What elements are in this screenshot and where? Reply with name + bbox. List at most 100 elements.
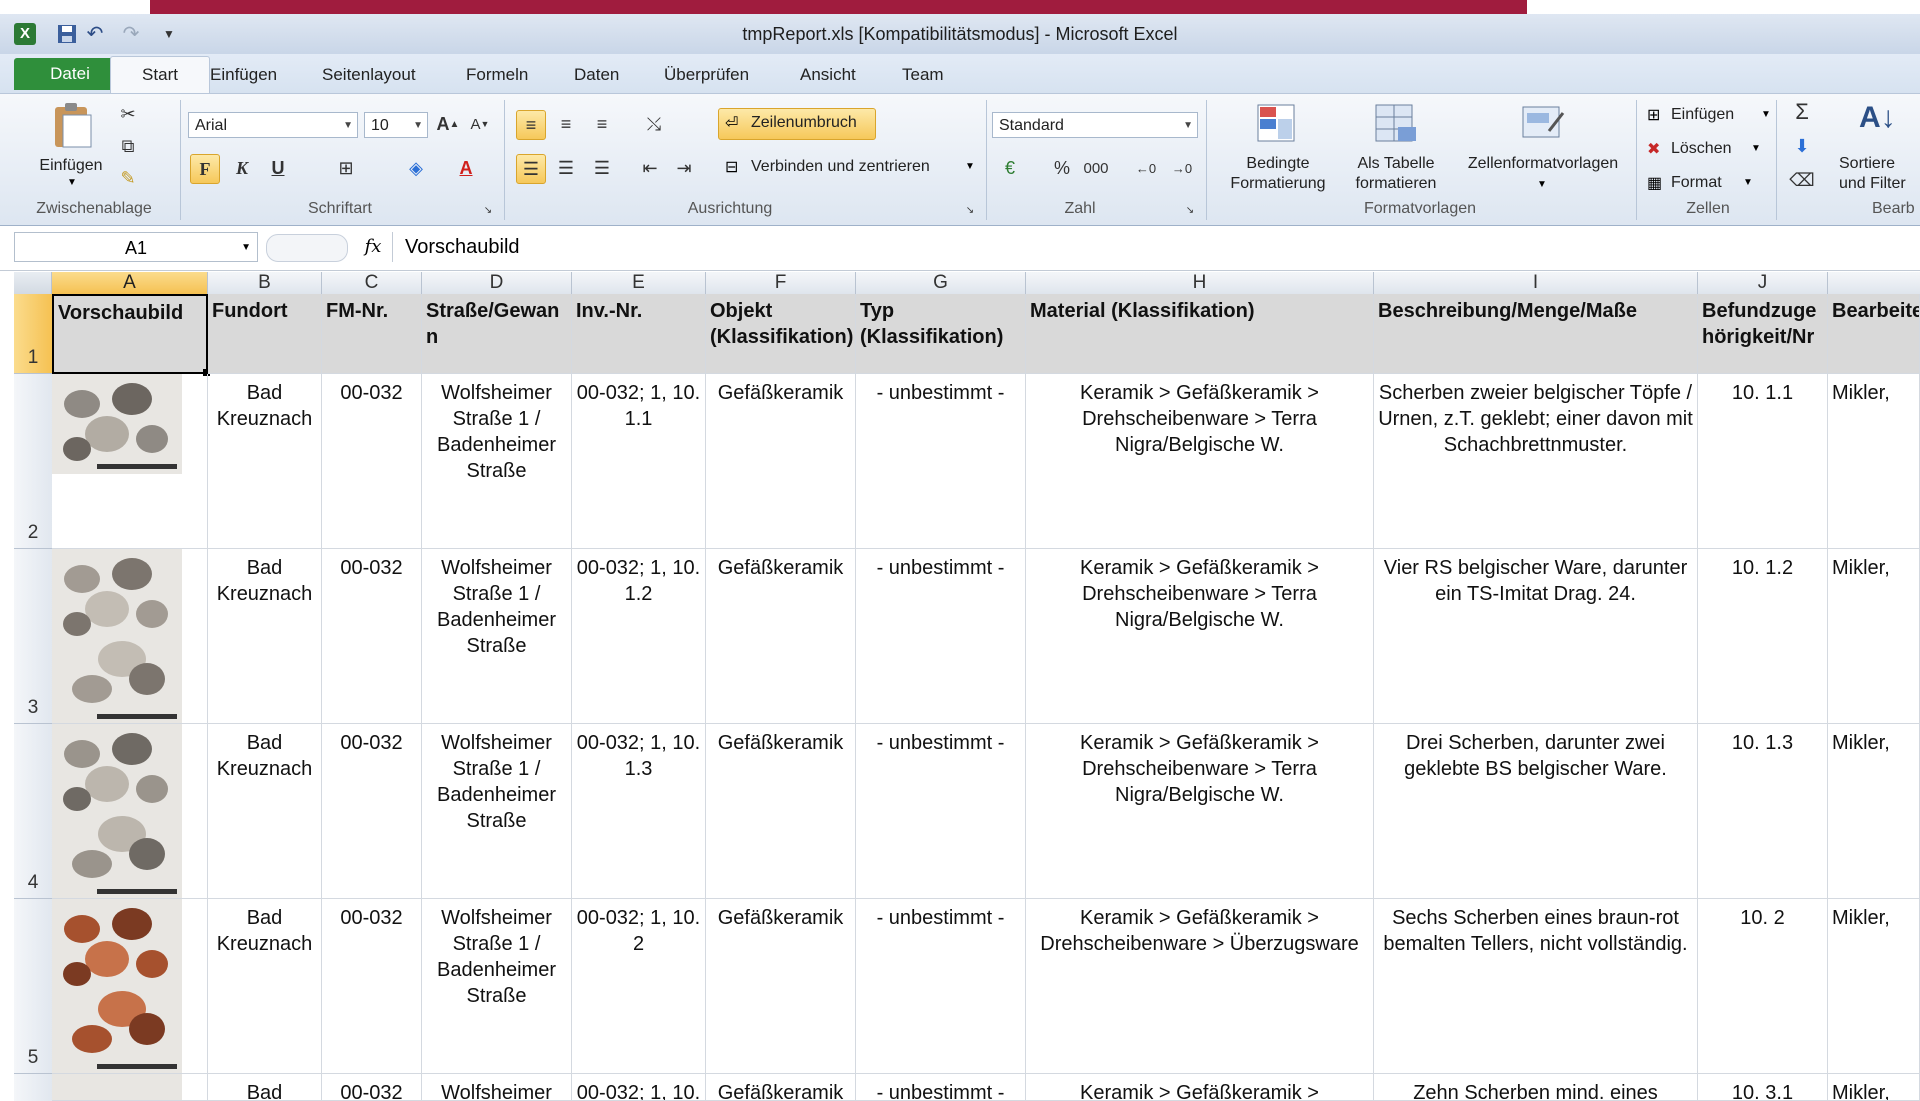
column-header-f[interactable]: F [706,272,856,294]
insert-cells-button[interactable]: ⊞ Einfügen ▼ [1644,100,1776,130]
cell-strasse[interactable]: Wolfsheimer Straße 1 / Badenheimer Straß… [422,549,572,724]
border-icon[interactable]: ⊞ [332,154,360,182]
cell-preview-image[interactable] [52,374,208,549]
copy-icon[interactable]: ⧉ [114,132,142,160]
cell-typ[interactable]: - unbestimmt - [856,724,1026,899]
cell-fundort[interactable]: Bad Kreuznach [208,374,322,549]
grow-font-icon[interactable]: A ▲ [434,110,462,138]
cell-beschreibung[interactable]: Vier RS belgischer Ware, darunter ein TS… [1374,549,1698,724]
currency-icon[interactable]: € [996,154,1024,182]
cell-preview-image[interactable] [52,549,208,724]
cell-objekt[interactable]: Gefäßkeramik [706,724,856,899]
format-painter-icon[interactable]: ✎ [114,164,142,192]
font-name-combo[interactable]: Arial ▼ [188,112,358,138]
select-all-corner[interactable] [14,272,52,294]
cell-befund[interactable]: 10. 1.2 [1698,549,1828,724]
dialog-launcher-icon[interactable]: ↘ [962,202,978,218]
cell-fm[interactable]: 00-032 [322,374,422,549]
tab-einfuegen[interactable]: Einfügen [196,60,291,90]
wrap-text-button[interactable]: ⏎ Zeilenumbruch [718,108,876,140]
cell-objekt[interactable]: Gefäßkeramik [706,374,856,549]
delete-cells-button[interactable]: ✖ Löschen ▼ [1644,134,1776,164]
cell-befund[interactable]: 10. 3.1 [1698,1074,1828,1101]
redo-icon[interactable]: ↷ [120,23,142,45]
cell-typ[interactable]: - unbestimmt - [856,374,1026,549]
excel-logo-icon[interactable]: X [14,23,36,45]
cell-preview-image[interactable] [52,1074,208,1101]
cell-fundort[interactable]: Bad Kreuznach [208,899,322,1074]
formula-input[interactable]: Vorschaubild [392,232,1912,262]
column-header-e[interactable]: E [572,272,706,294]
save-icon[interactable] [56,23,78,45]
column-header-a[interactable]: A [52,272,208,294]
clear-icon[interactable]: ⌫ [1788,166,1816,194]
cell-styles-button[interactable]: Zellenformatvorlagen ▼ [1450,100,1636,198]
cell-bearb[interactable]: Mikler, [1828,899,1920,1074]
tab-team[interactable]: Team [888,60,958,90]
column-header-d[interactable]: D [422,272,572,294]
column-header-i[interactable]: I [1374,272,1698,294]
customize-qat-icon[interactable]: ▼ [158,23,180,45]
header-cell-inv-nr[interactable]: Inv.-Nr. [572,294,706,374]
orientation-icon[interactable]: ⤯ [640,110,668,138]
cell-befund[interactable]: 10. 1.3 [1698,724,1828,899]
header-cell-objekt[interactable]: Objekt (Klassifikation) [706,294,856,374]
formula-bar-resize-handle[interactable] [266,234,348,262]
undo-icon[interactable]: ↶ [84,23,106,45]
cell-typ[interactable]: - unbestimmt - [856,1074,1026,1101]
align-top-icon[interactable]: ≡ [516,110,546,140]
thousands-button[interactable]: 000 [1082,154,1110,182]
tab-formeln[interactable]: Formeln [452,60,542,90]
row-header-6[interactable] [14,1074,52,1101]
cell-bearb[interactable]: Mikler, [1828,549,1920,724]
cell-material[interactable]: Keramik > Gefäßkeramik > Drehscheibenwar… [1026,374,1374,549]
tab-start[interactable]: Start [110,56,210,95]
bold-button[interactable]: F [190,154,220,184]
cell-strasse[interactable]: Wolfsheimer [422,1074,572,1101]
tab-seitenlayout[interactable]: Seitenlayout [308,60,430,90]
tab-daten[interactable]: Daten [560,60,633,90]
cell-beschreibung[interactable]: Sechs Scherben eines braun-rot bemalten … [1374,899,1698,1074]
dialog-launcher-icon[interactable]: ↘ [1182,202,1198,218]
cell-inv[interactable]: 00-032; 1, 10. [572,1074,706,1101]
dialog-launcher-icon[interactable]: ↘ [480,202,496,218]
cell-inv[interactable]: 00-032; 1, 10. 2 [572,899,706,1074]
increase-indent-icon[interactable]: ⇥ [670,154,698,182]
cell-fm[interactable]: 00-032 [322,724,422,899]
cell-material[interactable]: Keramik > Gefäßkeramik > Drehscheibenwar… [1026,549,1374,724]
header-cell-fundort[interactable]: Fundort [208,294,322,374]
cell-beschreibung[interactable]: Drei Scherben, darunter zwei geklebte BS… [1374,724,1698,899]
cell-objekt[interactable]: Gefäßkeramik [706,549,856,724]
conditional-formatting-button[interactable]: Bedingte Formatierung [1212,100,1344,198]
column-header-b[interactable]: B [208,272,322,294]
header-cell-fm-nr[interactable]: FM-Nr. [322,294,422,374]
row-header-4[interactable]: 4 [14,724,52,899]
header-cell-vorschaubild[interactable]: Vorschaubild [52,294,208,374]
cell-bearb[interactable]: Mikler, [1828,724,1920,899]
decrease-decimal-icon[interactable]: →0 [1168,154,1196,182]
sort-filter-button[interactable]: A↓ Sortiere und Filter [1838,100,1920,198]
font-color-icon[interactable]: A [452,154,480,182]
cell-strasse[interactable]: Wolfsheimer Straße 1 / Badenheimer Straß… [422,724,572,899]
merge-center-button[interactable]: ⊟ Verbinden und zentrieren ▼ [718,152,980,184]
header-cell-typ[interactable]: Typ (Klassifikation) [856,294,1026,374]
column-header-c[interactable]: C [322,272,422,294]
autosum-button[interactable]: Σ [1788,98,1816,126]
align-bottom-icon[interactable]: ≡ [588,110,616,138]
percent-button[interactable]: % [1048,154,1076,182]
cell-fm[interactable]: 00-032 [322,899,422,1074]
header-cell-beschreibung[interactable]: Beschreibung/Menge/Maße [1374,294,1698,374]
underline-button[interactable]: U [264,154,292,182]
column-header-j[interactable]: J [1698,272,1828,294]
cell-inv[interactable]: 00-032; 1, 10. 1.2 [572,549,706,724]
header-cell-bearbeiter[interactable]: Bearbeite [1828,294,1920,374]
shrink-font-icon[interactable]: A ▼ [466,110,494,138]
cell-preview-image[interactable] [52,724,208,899]
column-header-h[interactable]: H [1026,272,1374,294]
cell-inv[interactable]: 00-032; 1, 10. 1.3 [572,724,706,899]
format-as-table-button[interactable]: Als Tabelle formatieren [1342,100,1450,198]
row-header-3[interactable]: 3 [14,549,52,724]
cell-objekt[interactable]: Gefäßkeramik [706,899,856,1074]
cell-fm[interactable]: 00-032 [322,549,422,724]
align-right-icon[interactable]: ☰ [588,154,616,182]
